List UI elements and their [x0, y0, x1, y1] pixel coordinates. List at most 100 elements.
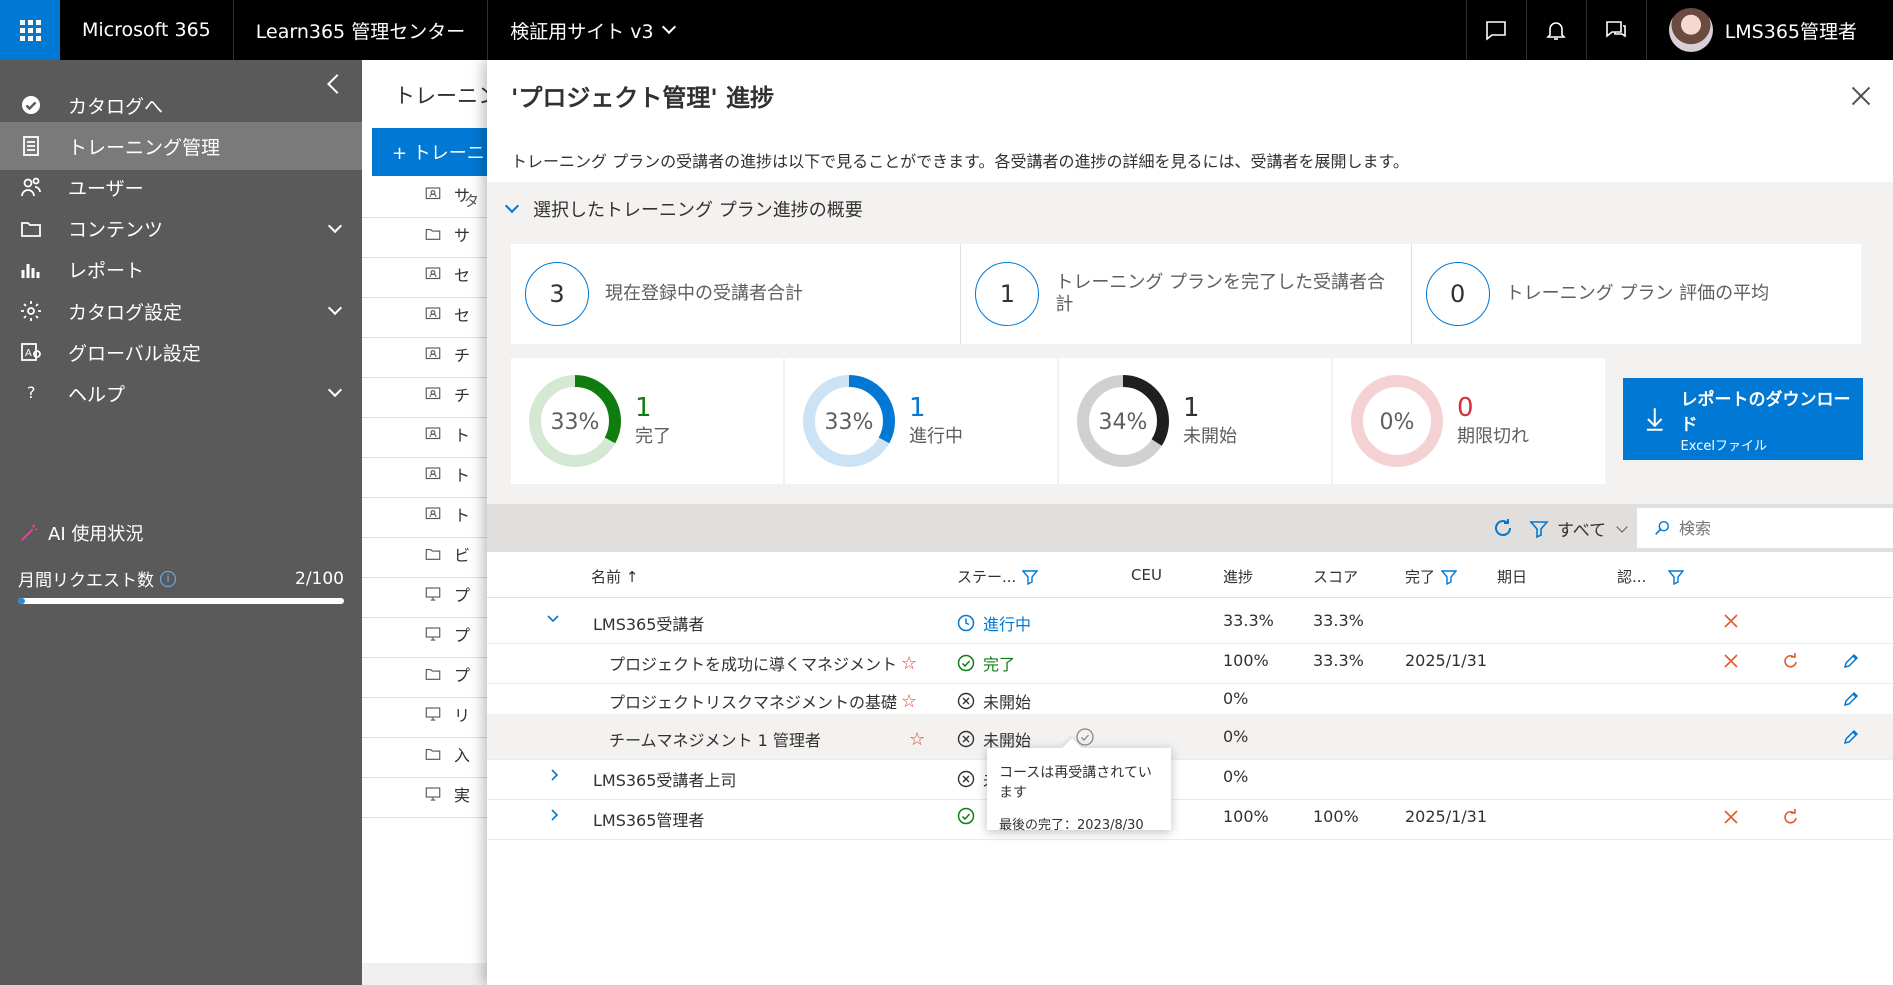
- chevron-down-icon: [327, 383, 343, 398]
- admin-center-title[interactable]: Learn365 管理センター: [234, 0, 489, 60]
- info-icon[interactable]: i: [160, 570, 176, 587]
- donut-chart: 33%: [529, 375, 621, 467]
- avatar: [1668, 8, 1713, 52]
- notifications-button[interactable]: [1525, 0, 1586, 60]
- horizontal-scrollbar[interactable]: [362, 963, 487, 985]
- score-cell: 100%: [1313, 807, 1359, 826]
- donut-count: 0: [1457, 392, 1474, 423]
- column-name[interactable]: 名前 ↑: [591, 566, 638, 587]
- close-button[interactable]: [1851, 86, 1871, 106]
- donut-count: 1: [909, 392, 926, 423]
- monitor-icon: [424, 705, 442, 723]
- bar-chart-icon: [18, 257, 44, 283]
- global-settings-icon: A: [18, 339, 44, 365]
- status-cell: 未開始: [957, 689, 1031, 713]
- donut-chart: 0%: [1351, 375, 1443, 467]
- folder-icon: [424, 745, 442, 763]
- edit-icon[interactable]: [1841, 689, 1861, 709]
- svg-text:?: ?: [27, 383, 36, 402]
- reset-icon[interactable]: [1781, 807, 1801, 827]
- question-icon: ?: [18, 380, 44, 406]
- user-menu[interactable]: LMS365管理者: [1645, 0, 1893, 60]
- ai-usage-section: AI 使用状況: [18, 520, 143, 546]
- stat-card: 1 トレーニング プランを完了した受講者合計: [961, 244, 1412, 344]
- status-label: 未開始: [983, 693, 1032, 712]
- column-name-label: 名前 ↑: [591, 568, 639, 586]
- help-chat-button[interactable]: [1585, 0, 1646, 60]
- learner-row[interactable]: LMS365管理者 100% 100% 2025/1/31: [487, 794, 1893, 840]
- chat-icon: [1486, 21, 1506, 41]
- donut-row: 33% 1 完了 33% 1 進行中 34% 1 未開始 0% 0 期限切れ: [511, 358, 1605, 484]
- summary-header: 選択したトレーニング プラン進捗の概要: [533, 200, 863, 221]
- delete-icon[interactable]: [1721, 651, 1741, 671]
- column-progress[interactable]: 進捗: [1223, 566, 1253, 587]
- column-score-label: スコア: [1313, 568, 1359, 586]
- list-item-label: ビ: [454, 545, 471, 565]
- column-completed[interactable]: 完了: [1405, 566, 1458, 587]
- search-input[interactable]: [1679, 518, 1879, 538]
- site-selector[interactable]: 検証用サイト v3: [488, 0, 695, 60]
- filter-icon[interactable]: [1441, 569, 1458, 585]
- status-cell: 完了: [957, 651, 1015, 675]
- nav-item-label: ヘルプ: [68, 383, 126, 406]
- summary-toggle[interactable]: 選択したトレーニング プラン進捗の概要: [504, 196, 863, 222]
- app-name[interactable]: Microsoft 365: [60, 0, 234, 60]
- course-icon: [424, 265, 442, 283]
- filter-icon[interactable]: [1022, 569, 1039, 585]
- new-training-button[interactable]: + トレーニ: [372, 128, 487, 176]
- delete-icon[interactable]: [1721, 807, 1741, 827]
- clipboard-icon: [18, 133, 44, 159]
- column-score[interactable]: スコア: [1313, 566, 1358, 587]
- required-star-icon: ☆: [909, 728, 926, 750]
- list-item-label: セ: [454, 305, 471, 325]
- progress-cell: 100%: [1223, 651, 1269, 670]
- chevron-right-icon[interactable]: [549, 769, 561, 781]
- progress-cell: 100%: [1223, 807, 1269, 826]
- waffle-icon: [19, 19, 41, 41]
- column-status[interactable]: ステー...: [957, 566, 1039, 587]
- search-box[interactable]: [1637, 508, 1893, 548]
- x-circle-icon: [957, 770, 975, 788]
- course-icon: [424, 465, 442, 483]
- list-item-label: プ: [454, 585, 471, 605]
- download-label: レポートのダウンロード: [1680, 389, 1851, 435]
- progress-cell: 33.3%: [1223, 611, 1274, 630]
- donut-chart: 34%: [1077, 375, 1169, 467]
- chevron-down-icon: [327, 300, 343, 316]
- edit-icon[interactable]: [1841, 727, 1861, 747]
- folder-icon: [18, 216, 44, 242]
- course-name: プロジェクトを成功に導くマネジメント: [609, 655, 898, 674]
- nav-item-7[interactable]: ? ヘルプ: [0, 369, 362, 417]
- download-sublabel: Excelファイル: [1680, 438, 1767, 454]
- app-launcher-button[interactable]: [0, 0, 60, 60]
- progress-fill: [18, 598, 25, 604]
- column-cert-label: 認...: [1617, 568, 1647, 586]
- list-item[interactable]: 実: [362, 770, 487, 818]
- chevron-right-icon[interactable]: [549, 809, 561, 821]
- tooltip-line2: 最後の完了：2023/8/30: [999, 818, 1144, 833]
- column-ceu[interactable]: CEU: [1131, 566, 1162, 584]
- chevron-down-icon: [327, 218, 343, 233]
- download-report-button[interactable]: レポートのダウンロード Excelファイル: [1623, 378, 1863, 460]
- grid-header: 名前 ↑ ステー... CEU 進捗 スコア 完了 期日 認...: [487, 552, 1893, 598]
- column-due[interactable]: 期日: [1497, 566, 1527, 587]
- progress-cell: 0%: [1223, 689, 1249, 708]
- top-bar: Microsoft 365 Learn365 管理センター 検証用サイト v3 …: [0, 0, 1893, 60]
- refresh-icon[interactable]: [1491, 516, 1515, 540]
- grid-toolbar: すべて: [487, 504, 1893, 552]
- filter-dropdown[interactable]: すべて: [1529, 516, 1628, 541]
- feedback-button[interactable]: [1465, 0, 1526, 60]
- donut-caption: 進行中: [909, 426, 963, 448]
- edit-icon[interactable]: [1841, 651, 1861, 671]
- clock-icon: [957, 614, 975, 632]
- nav-item-label: ユーザー: [68, 177, 144, 200]
- stat-card: 3 現在登録中の受講者合計: [511, 244, 962, 344]
- column-cert[interactable]: 認...: [1617, 566, 1685, 587]
- reset-icon[interactable]: [1781, 651, 1801, 671]
- column-due-label: 期日: [1497, 568, 1528, 586]
- delete-icon[interactable]: [1721, 611, 1741, 631]
- chevron-down-icon[interactable]: [547, 613, 559, 625]
- filter-icon[interactable]: [1668, 569, 1685, 585]
- status-label: 進行中: [983, 615, 1032, 634]
- x-circle-icon: [957, 692, 975, 710]
